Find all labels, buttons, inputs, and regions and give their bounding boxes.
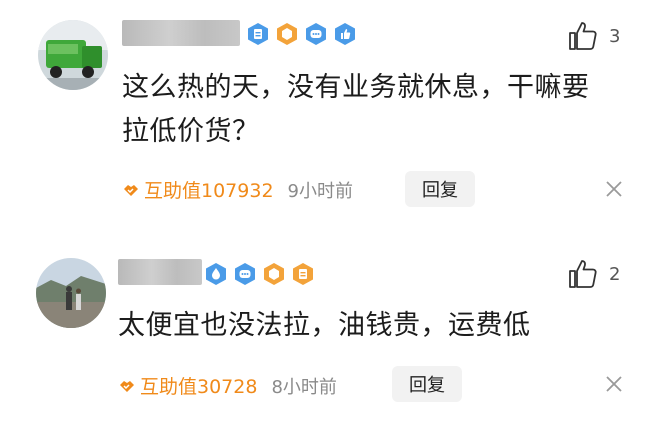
help-value-label: 互助值107932 [144, 180, 274, 202]
badge-row [246, 22, 357, 46]
thumb-badge-icon [335, 23, 355, 45]
timestamp: 9小时前 [287, 180, 353, 202]
reply-button[interactable]: 回复 [405, 171, 475, 207]
like-button[interactable]: 3 [567, 20, 620, 52]
chat-badge-icon [235, 263, 255, 285]
comment-text-line: 拉低价货？ [122, 116, 260, 147]
username-redacted [118, 259, 202, 285]
doc-badge-icon [293, 263, 313, 285]
timestamp: 8小时前 [271, 376, 337, 398]
avatar[interactable] [36, 258, 106, 328]
chat-badge-icon [306, 23, 326, 45]
comment-meta: 互助值30728 8小时前 [118, 372, 337, 399]
cube-badge-icon [277, 23, 297, 45]
thumbs-up-icon [569, 22, 597, 50]
comment-text: 这么热的天，没有业务就休息，干嘛要 拉低价货？ [122, 66, 642, 154]
like-button[interactable]: 2 [567, 258, 620, 290]
handshake-icon [124, 184, 138, 196]
drop-badge-icon [206, 263, 226, 285]
comment-meta: 互助值107932 9小时前 [122, 176, 353, 203]
comment-text-line: 这么热的天，没有业务就休息，干嘛要 [122, 72, 590, 103]
reply-button[interactable]: 回复 [392, 366, 462, 402]
help-value: 互助值107932 [122, 176, 274, 203]
comment-text: 太便宜也没法拉，油钱贵，运费低 [118, 304, 638, 348]
help-value-label: 互助值30728 [140, 376, 258, 398]
doc-badge-icon [248, 23, 268, 45]
username-redacted [122, 20, 240, 46]
close-icon[interactable] [604, 374, 624, 394]
avatar[interactable] [38, 20, 108, 90]
comment-text-line: 太便宜也没法拉，油钱贵，运费低 [118, 310, 531, 341]
help-value: 互助值30728 [118, 372, 257, 399]
handshake-icon [120, 380, 134, 392]
close-icon[interactable] [604, 179, 624, 199]
badge-row [204, 262, 315, 286]
like-count: 3 [609, 25, 621, 47]
cube-badge-icon [264, 263, 284, 285]
like-count: 2 [609, 263, 621, 285]
thumbs-up-icon [569, 260, 597, 288]
